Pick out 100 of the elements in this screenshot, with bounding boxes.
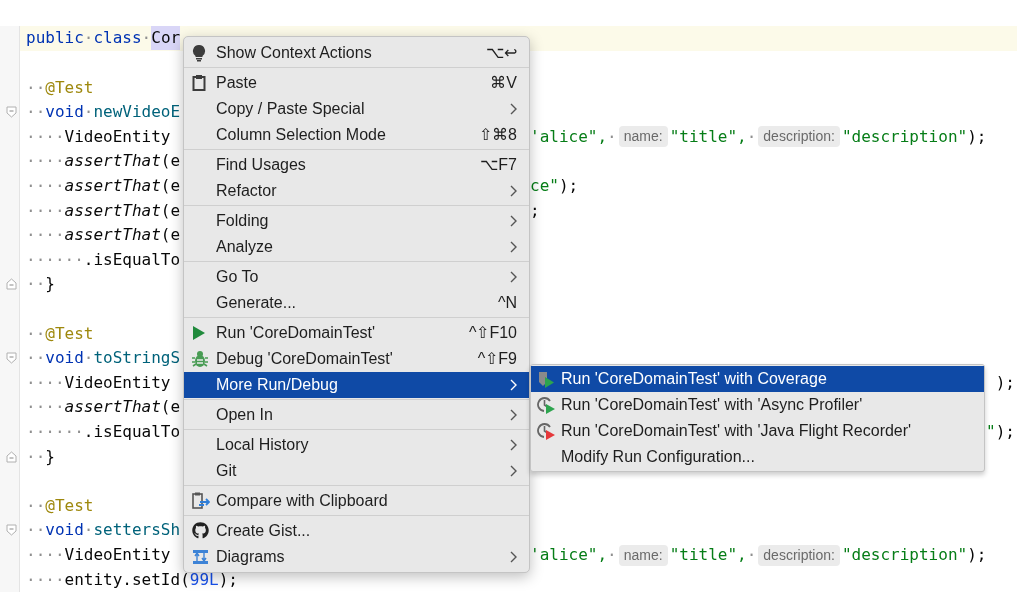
whitespace-marker: ······ xyxy=(26,248,84,271)
menu-item[interactable]: Debug 'CoreDomainTest' ^⇧F9 xyxy=(184,345,529,372)
code-text: ); xyxy=(967,544,987,567)
whitespace-marker: ···· xyxy=(26,174,65,197)
whitespace-marker: ·· xyxy=(26,347,46,370)
github-icon xyxy=(192,522,209,539)
code-text: ); xyxy=(995,421,1015,444)
method-call: assertThat xyxy=(64,174,161,197)
code-text: ); xyxy=(558,174,579,197)
menu-item[interactable]: Folding xyxy=(184,207,529,234)
annotation: @Test xyxy=(45,494,94,517)
whitespace-marker: ·· xyxy=(26,494,46,517)
whitespace-marker: · xyxy=(607,544,617,567)
clipboard-icon xyxy=(192,74,206,91)
whitespace-marker: ···· xyxy=(26,371,65,394)
code-text: ); xyxy=(967,125,987,148)
whitespace-marker: ···· xyxy=(26,199,65,222)
menu-item[interactable]: Generate... ^N xyxy=(184,289,529,316)
parameter-hint: description: xyxy=(758,126,840,148)
fold-marker-icon[interactable] xyxy=(6,106,17,119)
menu-item[interactable]: Run 'CoreDomainTest' with 'Java Flight Recorder' xyxy=(531,418,984,444)
string-literal: "title", xyxy=(669,544,747,567)
menu-item[interactable]: Go To xyxy=(184,263,529,290)
code-keyword: class xyxy=(93,27,142,50)
string-literal: "description" xyxy=(841,125,968,148)
menu-item[interactable]: Open In xyxy=(184,401,529,428)
menu-item[interactable]: Local History xyxy=(184,431,529,458)
whitespace-marker: · xyxy=(746,544,757,567)
menu-item[interactable]: Run 'CoreDomainTest' ^⇧F10 xyxy=(184,319,529,346)
code-text: ; xyxy=(530,199,540,222)
annotation: @Test xyxy=(45,76,94,99)
string-literal: ce" xyxy=(530,174,559,197)
menu-item[interactable]: Run 'CoreDomainTest' with 'Async Profiler' xyxy=(531,392,984,418)
keyboard-shortcut: ⌥F7 xyxy=(480,154,517,175)
menu-item[interactable]: Show Context Actions ⌥↩ xyxy=(184,39,529,66)
code-text: ); xyxy=(995,371,1015,394)
keyboard-shortcut: ⌘V xyxy=(490,72,517,93)
parameter-hint: name: xyxy=(618,544,668,566)
menu-item[interactable]: Paste ⌘V xyxy=(184,69,529,96)
menu-item[interactable]: Diagrams xyxy=(184,543,529,570)
annotation: @Test xyxy=(45,322,94,345)
whitespace-marker: · xyxy=(746,125,757,148)
code-text: (e xyxy=(160,396,181,419)
code-text: entity.setId( xyxy=(64,568,190,591)
code-text: VideoEntity xyxy=(64,125,171,148)
menu-item[interactable]: Find Usages ⌥F7 xyxy=(184,151,529,178)
play-icon xyxy=(192,324,206,341)
whitespace-marker: ·· xyxy=(26,76,46,99)
menu-item[interactable]: Git xyxy=(184,457,529,484)
whitespace-marker: · xyxy=(83,519,94,542)
bug-icon xyxy=(192,349,208,368)
method-call: assertThat xyxy=(64,150,161,173)
whitespace-marker: ···· xyxy=(26,544,65,567)
code-text: (e xyxy=(160,224,181,247)
parameter-hint: name: xyxy=(618,126,668,148)
whitespace-marker: ·· xyxy=(26,101,46,124)
menu-item[interactable]: Compare with Clipboard xyxy=(184,487,529,514)
code-text: VideoEntity xyxy=(64,371,171,394)
code-text: (e xyxy=(160,174,181,197)
fold-marker-icon[interactable] xyxy=(6,352,17,365)
menu-item[interactable]: Copy / Paste Special xyxy=(184,95,529,122)
whitespace-marker: · xyxy=(83,101,94,124)
code-text: (e xyxy=(160,199,181,222)
whitespace-marker: ·· xyxy=(26,445,46,468)
menu-item[interactable]: Modify Run Configuration... xyxy=(531,444,984,470)
fold-marker-icon[interactable] xyxy=(6,524,17,537)
parameter-hint: description: xyxy=(758,544,840,566)
keyboard-shortcut: ⇧⌘8 xyxy=(479,124,517,145)
fold-marker-icon[interactable] xyxy=(6,450,17,463)
whitespace-marker: ······ xyxy=(26,421,84,444)
code-keyword: void xyxy=(45,347,84,370)
keyboard-shortcut: ^N xyxy=(497,292,517,313)
method-name: newVideoE xyxy=(93,101,181,124)
code-text: } xyxy=(45,273,55,296)
whitespace-marker: ·· xyxy=(26,273,46,296)
whitespace-marker: ···· xyxy=(26,150,65,173)
keyboard-shortcut: ^⇧F9 xyxy=(477,348,517,369)
menu-item[interactable]: Run 'CoreDomainTest' with Coverage xyxy=(531,366,984,392)
string-literal: " xyxy=(986,421,996,444)
code-keyword: void xyxy=(45,519,84,542)
compare-icon xyxy=(192,491,210,510)
code-text: (e xyxy=(160,150,181,173)
keyboard-shortcut: ^⇧F10 xyxy=(468,322,517,343)
keyboard-shortcut: ⌥↩ xyxy=(486,42,517,63)
lightbulb-icon xyxy=(192,43,206,62)
whitespace-marker: · xyxy=(83,27,94,50)
code-text: VideoEntity xyxy=(64,544,171,567)
menu-item[interactable]: Column Selection Mode ⇧⌘8 xyxy=(184,121,529,148)
method-call: assertThat xyxy=(64,396,161,419)
whitespace-marker: ···· xyxy=(26,224,65,247)
menu-item[interactable]: Analyze xyxy=(184,233,529,260)
selected-text: Cor xyxy=(151,26,181,51)
menu-item[interactable]: Create Gist... xyxy=(184,517,529,544)
code-text: } xyxy=(45,445,55,468)
whitespace-marker: ···· xyxy=(26,396,65,419)
fold-marker-icon[interactable] xyxy=(6,278,17,291)
menu-item[interactable]: More Run/Debug xyxy=(184,371,529,398)
code-keyword: public xyxy=(26,27,84,50)
menu-item[interactable]: Refactor xyxy=(184,177,529,204)
whitespace-marker: · xyxy=(141,27,152,50)
